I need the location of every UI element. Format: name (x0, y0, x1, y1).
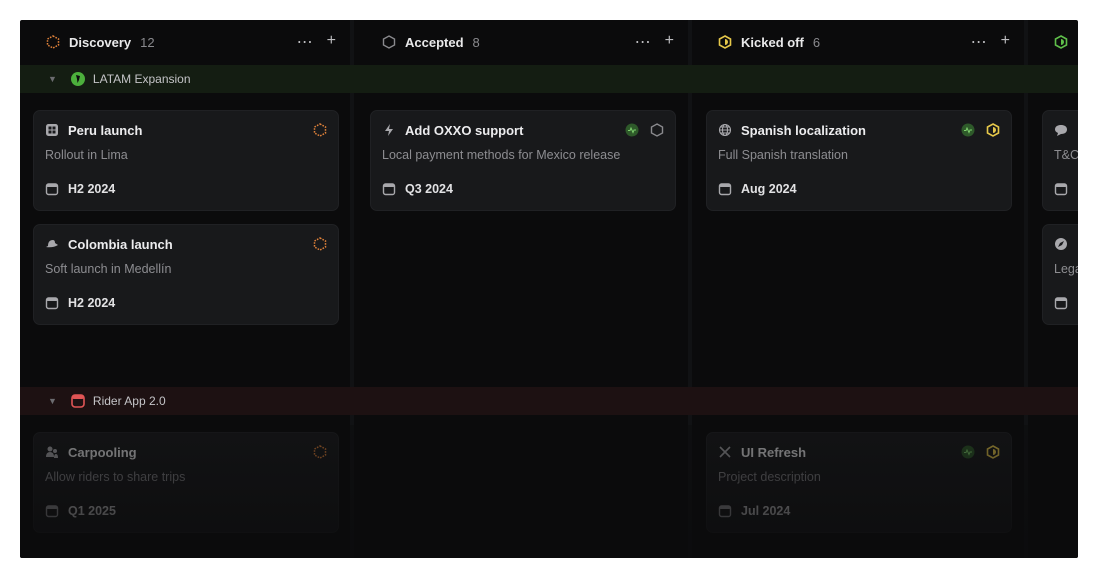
hexagon-dotted-icon[interactable] (313, 237, 327, 251)
card-legal[interactable]: Lega (1042, 224, 1078, 325)
globe-icon (718, 123, 732, 137)
card-peru-launch[interactable]: Peru launch Rollout in Lima H2 2024 (33, 110, 339, 211)
card-colombia-launch[interactable]: Colombia launch Soft launch in Medellín … (33, 224, 339, 325)
calendar-icon (45, 296, 59, 310)
bolt-icon (385, 124, 393, 136)
card-title: Carpooling (68, 444, 137, 460)
card-date: H2 2024 (68, 182, 116, 196)
card-title: Colombia launch (68, 236, 173, 252)
hexagon-outline-icon[interactable] (650, 123, 664, 137)
card-add-oxxo-support[interactable]: Add OXXO support Local payment methods f… (370, 110, 676, 211)
health-pulse-icon[interactable] (625, 123, 639, 137)
column-title: Discovery (69, 34, 132, 50)
card-date: Q1 2025 (68, 504, 116, 518)
chat-bubble-icon (1055, 125, 1067, 136)
column-header: Kicked off 6 ⋯ + (692, 20, 1024, 64)
card-date: Q3 2024 (405, 182, 453, 196)
card-title: Spanish localization (741, 122, 866, 138)
hexagon-dotted-icon[interactable] (313, 445, 327, 459)
card-tc[interactable]: T&C (1042, 110, 1078, 211)
column-count: 8 (472, 34, 480, 50)
column-count: 6 (812, 34, 821, 50)
health-pulse-icon[interactable] (961, 123, 975, 137)
calendar-icon (1054, 296, 1068, 310)
hexagon-half-icon (1054, 35, 1068, 49)
tools-icon (719, 446, 731, 458)
calendar-icon (718, 182, 732, 196)
card-description: Rollout in Lima (45, 148, 128, 162)
compass-icon (1055, 238, 1067, 250)
hat-icon (46, 240, 58, 248)
add-icon[interactable]: + (665, 32, 674, 52)
more-icon[interactable]: ⋯ (297, 32, 313, 52)
card-date: Aug 2024 (741, 182, 797, 196)
card-title: Peru launch (68, 122, 143, 138)
hexagon-half-icon[interactable] (986, 123, 1000, 137)
hexagon-half-icon[interactable] (986, 445, 1000, 459)
card-date: Jul 2024 (741, 504, 791, 518)
hexagon-dotted-icon (46, 35, 60, 49)
column-divider (350, 20, 354, 558)
card-description: Lega (1054, 262, 1078, 276)
kanban-board: ▼ LATAM Expansion ▼ Rider App 2.0 Discov… (20, 20, 1078, 558)
card-description: Soft launch in Medellín (45, 262, 172, 276)
card-ui-refresh[interactable]: UI Refresh Project description Jul 2024 (706, 432, 1012, 533)
grid-icon (46, 124, 58, 136)
column-next: T&C Lega (1028, 20, 1078, 558)
card-description: Full Spanish translation (718, 148, 848, 162)
add-icon[interactable]: + (1001, 32, 1010, 52)
users-icon (46, 446, 58, 458)
column-count: 12 (140, 34, 155, 50)
column-header: Discovery 12 ⋯ + (20, 20, 350, 64)
more-icon[interactable]: ⋯ (635, 32, 651, 52)
calendar-icon (45, 182, 59, 196)
add-icon[interactable]: + (327, 32, 336, 52)
card-description: Allow riders to share trips (45, 470, 186, 484)
more-icon[interactable]: ⋯ (971, 32, 987, 52)
health-pulse-icon[interactable] (961, 445, 975, 459)
hexagon-outline-icon (382, 35, 396, 49)
hexagon-dotted-icon[interactable] (313, 123, 327, 137)
card-spanish-localization[interactable]: Spanish localization Full Spanish transl… (706, 110, 1012, 211)
card-title: Add OXXO support (405, 122, 524, 138)
hexagon-half-icon (718, 35, 732, 49)
card-description: T&C (1054, 148, 1078, 162)
calendar-icon (382, 182, 396, 196)
calendar-icon (718, 504, 732, 518)
card-title: UI Refresh (741, 444, 807, 460)
card-description: Project description (718, 470, 821, 484)
card-carpooling[interactable]: Carpooling Allow riders to share trips Q… (33, 432, 339, 533)
column-header: Accepted 8 ⋯ + (356, 20, 688, 64)
column-header (1028, 20, 1078, 64)
column-title: Kicked off (741, 34, 804, 50)
card-description: Local payment methods for Mexico release (382, 148, 621, 162)
column-accepted: Accepted 8 ⋯ + Add OXXO support Local pay… (356, 20, 688, 558)
calendar-icon (1054, 182, 1068, 196)
card-date: H2 2024 (68, 296, 116, 310)
column-discovery: Discovery 12 ⋯ + Peru launch Rollout in L… (20, 20, 350, 558)
calendar-icon (45, 504, 59, 518)
column-title: Accepted (405, 34, 464, 50)
column-kicked-off: Kicked off 6 ⋯ + Spanish localization Ful… (692, 20, 1024, 558)
